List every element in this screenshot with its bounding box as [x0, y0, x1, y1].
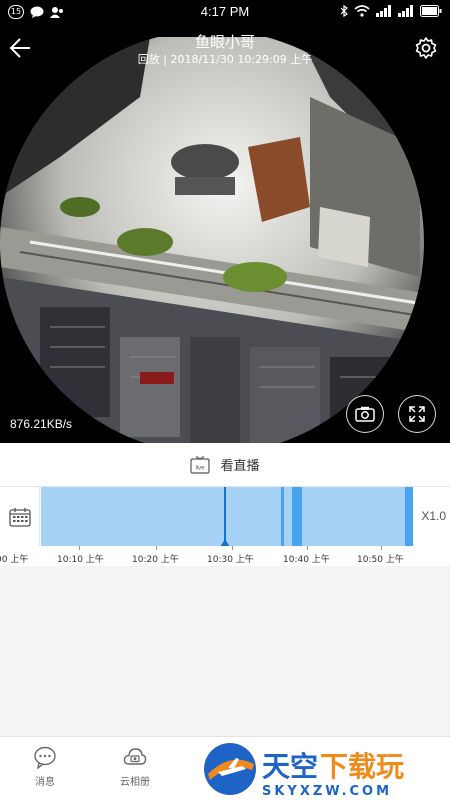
snapshot-button[interactable] — [346, 395, 384, 433]
cloud-album-icon — [123, 748, 147, 765]
gear-icon — [415, 37, 437, 59]
bitrate-readout: 876.21KB/s — [10, 417, 73, 431]
watermark-logo: 天空 下载玩 SKYXZW.COM — [204, 743, 404, 799]
nav-messages[interactable]: 消息 — [15, 745, 75, 788]
camera-title: 鱼眼小哥 — [194, 33, 255, 51]
recording-segment — [405, 487, 413, 547]
nav-messages-label: 消息 — [35, 777, 55, 788]
watch-live-label: 看直播 — [220, 459, 260, 474]
calendar-button[interactable] — [0, 487, 40, 547]
tick-mark — [156, 546, 157, 550]
camera-icon — [355, 406, 375, 422]
playback-timeline[interactable]: X1.0 — [0, 486, 450, 547]
playback-timestamp: 回放 | 2018/11/30 10:29:09 上午 — [137, 53, 313, 66]
site-watermark: 天空 下载玩 SKYXZW.COM — [198, 738, 450, 800]
tick-label: 10:10 上午 — [57, 555, 104, 565]
svg-text:SKYXZW.COM: SKYXZW.COM — [262, 784, 392, 799]
recording-track[interactable] — [41, 487, 413, 547]
expand-icon — [409, 406, 425, 422]
wifi-icon — [354, 5, 370, 17]
watch-live-bar[interactable]: live 看直播 — [0, 443, 450, 486]
fisheye-video-frame — [0, 37, 424, 443]
tick-label: 10:50 上午 — [357, 555, 404, 565]
recording-segment — [292, 487, 302, 547]
timeline-ticks: 00 上午 10:10 上午 10:20 上午 10:30 上午 10:40 上… — [0, 546, 450, 566]
tick-label: 00 上午 — [0, 555, 29, 565]
svg-text:天空: 天空 — [262, 750, 318, 783]
video-top-bar: 鱼眼小哥 回放 | 2018/11/30 10:29:09 上午 — [0, 25, 450, 73]
signal-icon — [376, 5, 391, 17]
tick-label: 10:40 上午 — [283, 555, 330, 565]
nav-cloud-album[interactable]: 云相册 — [105, 745, 165, 788]
svg-text:live: live — [196, 465, 206, 471]
playhead-line[interactable] — [224, 487, 226, 547]
tick-mark — [381, 546, 382, 550]
video-player[interactable]: 鱼眼小哥 回放 | 2018/11/30 10:29:09 上午 876.21K… — [0, 25, 450, 443]
content-empty-area — [0, 566, 450, 736]
message-icon — [34, 746, 56, 769]
tick-mark — [232, 546, 233, 550]
fullscreen-button[interactable] — [398, 395, 436, 433]
tick-label: 10:20 上午 — [132, 555, 179, 565]
tick-mark — [307, 546, 308, 550]
bluetooth-icon — [340, 5, 348, 17]
calendar-icon — [8, 508, 31, 527]
recording-segment — [281, 487, 284, 547]
tick-label: 10:30 上午 — [207, 555, 254, 565]
svg-text:下载玩: 下载玩 — [320, 750, 404, 783]
battery-icon — [420, 5, 442, 17]
status-bar: 15 4:17 PM — [0, 0, 450, 25]
nav-cloud-album-label: 云相册 — [120, 777, 150, 788]
playback-speed[interactable]: X1.0 — [421, 509, 446, 523]
live-tv-icon: live — [190, 455, 211, 474]
status-right — [340, 5, 442, 17]
settings-button[interactable] — [414, 36, 438, 60]
signal-2-icon — [398, 5, 413, 17]
tick-mark — [79, 546, 80, 550]
